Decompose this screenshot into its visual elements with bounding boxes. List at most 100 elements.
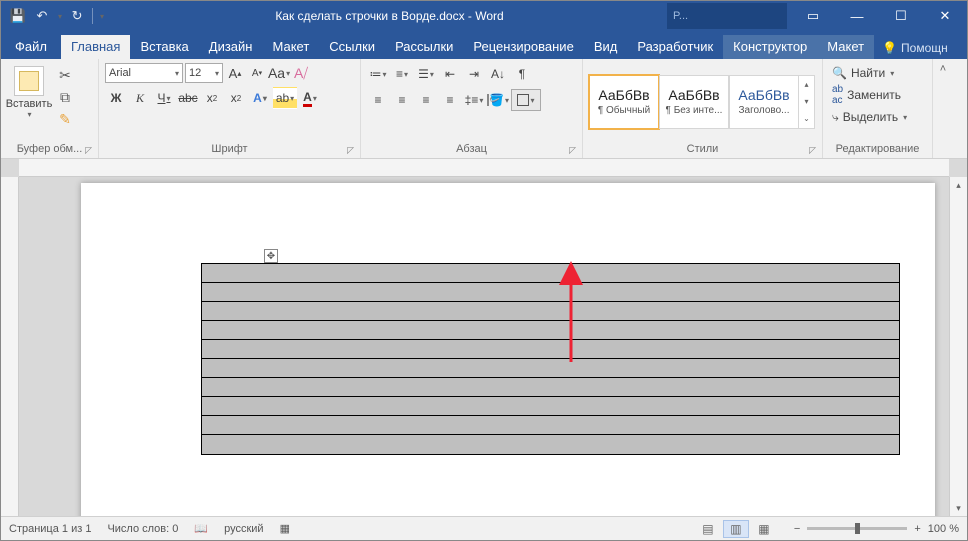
- zoom-value[interactable]: 100 %: [928, 523, 959, 535]
- scroll-down-icon[interactable]: ▾: [956, 500, 961, 516]
- paragraph-launcher-icon[interactable]: ◸: [569, 145, 576, 156]
- find-button[interactable]: 🔍Найти▾: [829, 63, 897, 83]
- font-launcher-icon[interactable]: ◸: [347, 145, 354, 156]
- bullets-icon[interactable]: ≔▾: [367, 63, 389, 85]
- status-word-count[interactable]: Число слов: 0: [107, 523, 178, 535]
- align-right-icon[interactable]: ≡: [415, 89, 437, 111]
- style-heading1[interactable]: АаБбВв Заголово...: [729, 75, 799, 129]
- tab-home[interactable]: Главная: [61, 35, 130, 59]
- page[interactable]: ✥: [81, 183, 935, 516]
- bold-button[interactable]: Ж: [105, 87, 127, 109]
- save-icon[interactable]: 💾: [9, 7, 27, 25]
- view-read-icon[interactable]: ▤: [695, 520, 721, 538]
- table-row[interactable]: [202, 264, 899, 283]
- tab-layout[interactable]: Макет: [262, 35, 319, 59]
- horizontal-ruler[interactable]: [19, 159, 949, 177]
- collapse-ribbon[interactable]: ˄: [933, 59, 953, 158]
- sort-icon[interactable]: A↓: [487, 63, 509, 85]
- close-icon[interactable]: ✕: [923, 1, 967, 31]
- redo-icon[interactable]: ↻: [68, 7, 86, 25]
- vertical-ruler[interactable]: [1, 177, 19, 516]
- view-print-icon[interactable]: ▥: [723, 520, 749, 538]
- tab-review[interactable]: Рецензирование: [463, 35, 583, 59]
- underline-button[interactable]: Ч▾: [153, 87, 175, 109]
- view-switcher: ▤ ▥ ▦: [695, 520, 777, 538]
- status-page[interactable]: Страница 1 из 1: [9, 523, 91, 535]
- tab-view[interactable]: Вид: [584, 35, 628, 59]
- paste-button[interactable]: Вставить ▾: [7, 65, 51, 120]
- macro-icon[interactable]: ▦: [280, 522, 290, 535]
- align-left-icon[interactable]: ≡: [367, 89, 389, 111]
- format-painter-icon[interactable]: ✎: [55, 109, 75, 129]
- table-row[interactable]: [202, 283, 899, 302]
- zoom-slider[interactable]: [807, 527, 907, 530]
- status-language[interactable]: русский: [224, 523, 263, 535]
- tab-table-layout[interactable]: Макет: [817, 35, 874, 59]
- table-row[interactable]: [202, 340, 899, 359]
- style-no-spacing[interactable]: АаБбВв ¶ Без инте...: [659, 75, 729, 129]
- shrink-font-icon[interactable]: A▾: [247, 63, 267, 83]
- align-center-icon[interactable]: ≡: [391, 89, 413, 111]
- tab-developer[interactable]: Разработчик: [627, 35, 723, 59]
- tab-design[interactable]: Дизайн: [199, 35, 263, 59]
- clear-format-icon[interactable]: A⧸: [291, 63, 311, 83]
- numbering-icon[interactable]: ≡▾: [391, 63, 413, 85]
- italic-button[interactable]: К: [129, 87, 151, 109]
- table-row[interactable]: [202, 416, 899, 435]
- highlight-icon[interactable]: ab▾: [273, 87, 297, 109]
- maximize-icon[interactable]: ☐: [879, 1, 923, 31]
- justify-icon[interactable]: ≡: [439, 89, 461, 111]
- line-spacing-icon[interactable]: ‡≡▾: [463, 89, 485, 111]
- font-size-select[interactable]: 12▾: [185, 63, 223, 83]
- vertical-scrollbar[interactable]: ▴ ▾: [949, 177, 967, 516]
- qat-customize-icon[interactable]: ▾: [99, 12, 104, 21]
- table-row[interactable]: [202, 359, 899, 378]
- document-table[interactable]: [201, 263, 900, 455]
- borders-button[interactable]: ▾: [511, 89, 541, 111]
- font-name-select[interactable]: Arial▾: [105, 63, 183, 83]
- spellcheck-icon[interactable]: 📖: [194, 522, 208, 535]
- decrease-indent-icon[interactable]: ⇤: [439, 63, 461, 85]
- increase-indent-icon[interactable]: ⇥: [463, 63, 485, 85]
- clipboard-launcher-icon[interactable]: ◸: [85, 145, 92, 156]
- style-normal[interactable]: АаБбВв ¶ Обычный: [589, 75, 659, 129]
- cut-icon[interactable]: ✂: [55, 65, 75, 85]
- multilevel-icon[interactable]: ☰▾: [415, 63, 437, 85]
- strike-button[interactable]: abc: [177, 87, 199, 109]
- scroll-up-icon[interactable]: ▴: [956, 177, 961, 193]
- superscript-button[interactable]: x2: [225, 87, 247, 109]
- undo-icon[interactable]: ↶: [33, 7, 51, 25]
- show-marks-icon[interactable]: ¶: [511, 63, 533, 85]
- table-row[interactable]: [202, 321, 899, 340]
- replace-button[interactable]: abacЗаменить: [829, 85, 904, 105]
- zoom-out-icon[interactable]: −: [793, 522, 801, 536]
- styles-gallery-more[interactable]: ▴▾⌄: [799, 75, 815, 129]
- tell-me[interactable]: 💡Помощн: [874, 37, 956, 59]
- tab-insert[interactable]: Вставка: [130, 35, 198, 59]
- subscript-button[interactable]: x2: [201, 87, 223, 109]
- select-button[interactable]: ⤷Выделить▾: [829, 107, 910, 127]
- view-web-icon[interactable]: ▦: [751, 520, 777, 538]
- change-case-icon[interactable]: Aa▾: [269, 63, 289, 83]
- undo-dropdown[interactable]: ▾: [57, 12, 62, 21]
- table-row[interactable]: [202, 435, 899, 454]
- tab-table-design[interactable]: Конструктор: [723, 35, 817, 59]
- table-row[interactable]: [202, 378, 899, 397]
- table-move-handle-icon[interactable]: ✥: [264, 249, 278, 263]
- grow-font-icon[interactable]: A▴: [225, 63, 245, 83]
- copy-icon[interactable]: ⧉: [55, 87, 75, 107]
- minimize-icon[interactable]: —: [835, 1, 879, 31]
- shading-icon[interactable]: 🪣▾: [487, 89, 509, 111]
- zoom-in-icon[interactable]: +: [913, 522, 921, 536]
- table-row[interactable]: [202, 302, 899, 321]
- tab-file[interactable]: Файл: [1, 35, 61, 59]
- tab-mailings[interactable]: Рассылки: [385, 35, 463, 59]
- styles-launcher-icon[interactable]: ◸: [809, 145, 816, 156]
- table-row[interactable]: [202, 397, 899, 416]
- tab-references[interactable]: Ссылки: [319, 35, 385, 59]
- share-button[interactable]: 👤: [956, 33, 968, 59]
- account-area[interactable]: P...: [667, 3, 787, 29]
- text-effects-icon[interactable]: A▾: [249, 87, 271, 109]
- ribbon-options-icon[interactable]: ▭: [791, 1, 835, 31]
- font-color-icon[interactable]: A▾: [299, 87, 321, 109]
